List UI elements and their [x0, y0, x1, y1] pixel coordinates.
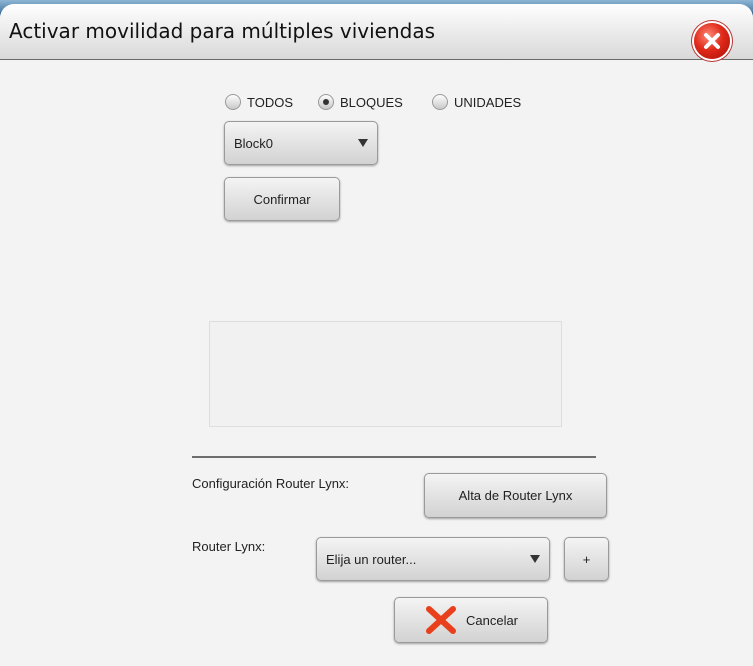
- radio-circle: [432, 94, 448, 110]
- block-select[interactable]: Block0: [224, 121, 378, 165]
- cancel-button-label: Cancelar: [465, 612, 519, 628]
- close-icon: [425, 606, 456, 634]
- plus-label: +: [582, 551, 591, 567]
- radio-label-unidades: UNIDADES: [454, 94, 522, 110]
- confirm-button-label: Confirmar: [253, 191, 311, 207]
- add-router-button-label: Alta de Router Lynx: [458, 488, 573, 503]
- router-config-label: Configuración Router Lynx:: [192, 476, 350, 491]
- close-icon: [704, 33, 720, 49]
- dialog: Activar movilidad para múltiples viviend…: [0, 4, 753, 666]
- block-select-value: Block0: [234, 135, 274, 151]
- chevron-down-icon: [358, 139, 368, 147]
- title-bar: Activar movilidad para múltiples viviend…: [0, 4, 753, 60]
- close-button[interactable]: [694, 23, 730, 59]
- cancel-button[interactable]: Cancelar: [394, 597, 548, 643]
- radio-unidades[interactable]: UNIDADES: [432, 92, 521, 112]
- confirm-button[interactable]: Confirmar: [224, 177, 340, 221]
- radio-label-bloques: BLOQUES: [340, 94, 403, 110]
- radio-todos[interactable]: TODOS: [225, 92, 293, 112]
- radio-circle-checked: [318, 94, 334, 110]
- info-panel: [209, 321, 562, 427]
- radio-bloques[interactable]: BLOQUES: [318, 92, 403, 112]
- add-router-plus-button[interactable]: +: [564, 537, 609, 581]
- router-select[interactable]: Elija un router...: [316, 537, 550, 581]
- separator: [192, 456, 596, 458]
- radio-label-todos: TODOS: [247, 94, 293, 110]
- router-select-value: Elija un router...: [326, 551, 417, 567]
- add-router-button[interactable]: Alta de Router Lynx: [424, 473, 607, 518]
- router-select-label: Router Lynx:: [192, 539, 266, 554]
- chevron-down-icon: [530, 555, 540, 563]
- radio-circle: [225, 94, 241, 110]
- dialog-title: Activar movilidad para múltiples viviend…: [9, 19, 435, 43]
